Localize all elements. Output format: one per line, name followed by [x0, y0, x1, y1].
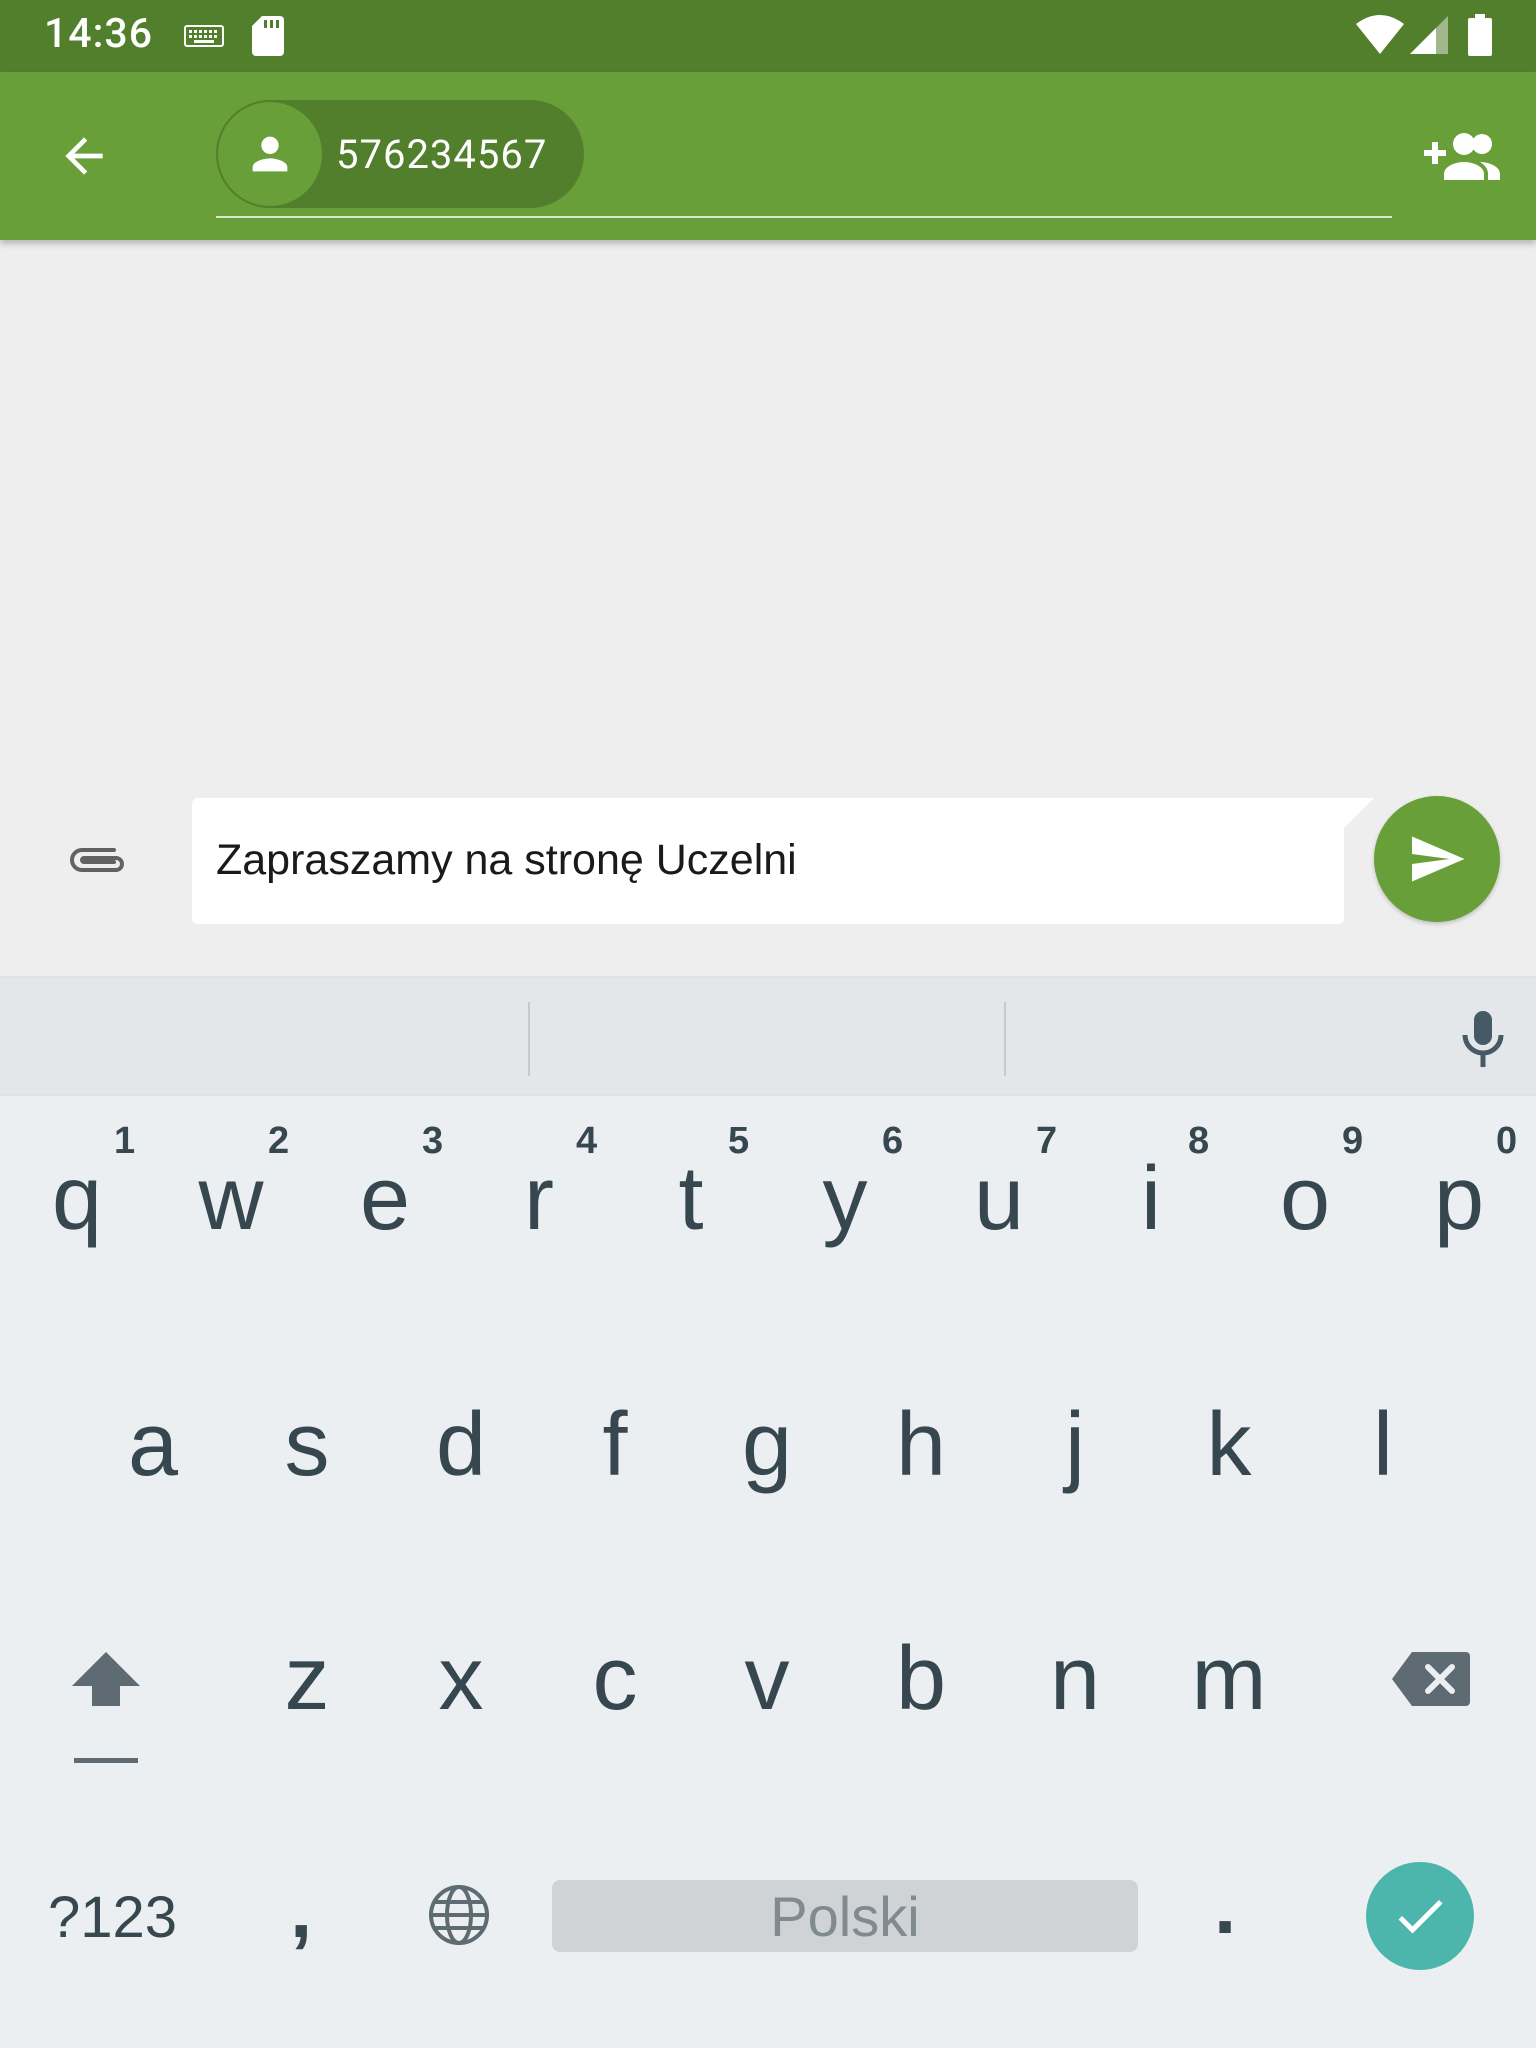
key-c[interactable]: c — [538, 1634, 692, 1814]
key-b[interactable]: b — [844, 1634, 998, 1814]
arrow-back-icon — [65, 137, 103, 175]
key-t[interactable]: t 5 — [614, 1108, 768, 1288]
shift-arrow-icon — [72, 1652, 140, 1763]
send-icon — [1412, 836, 1465, 882]
back-button[interactable] — [44, 116, 124, 196]
globe-icon — [429, 1885, 489, 1945]
wifi-icon — [1356, 14, 1404, 58]
key-k[interactable]: k — [1152, 1400, 1306, 1580]
key-o[interactable]: o 9 — [1228, 1108, 1382, 1288]
suggestion-divider — [528, 1002, 530, 1076]
language-switch-key[interactable] — [424, 1880, 494, 1950]
key-m[interactable]: m — [1152, 1634, 1306, 1814]
sd-card-icon — [252, 16, 284, 60]
key-e[interactable]: e 3 — [308, 1108, 462, 1288]
key-a[interactable]: a — [76, 1400, 230, 1580]
key-h[interactable]: h — [844, 1400, 998, 1580]
key-d[interactable]: d — [384, 1400, 538, 1580]
space-key[interactable]: Polski — [552, 1880, 1138, 1952]
person-icon — [252, 136, 288, 172]
key-s[interactable]: s — [230, 1400, 384, 1580]
key-g[interactable]: g — [690, 1400, 844, 1580]
key-y[interactable]: y 6 — [768, 1108, 922, 1288]
enter-button[interactable] — [1366, 1862, 1474, 1970]
add-contact-button[interactable] — [1420, 116, 1504, 196]
app-bar: 576234567 — [0, 72, 1536, 240]
shift-key[interactable] — [66, 1648, 146, 1768]
attach-button[interactable] — [60, 830, 134, 890]
period-key[interactable]: . — [1214, 1861, 1244, 1950]
key-f[interactable]: f — [538, 1400, 692, 1580]
voice-input-button[interactable] — [1448, 1004, 1518, 1074]
signal-icon — [1410, 16, 1448, 58]
status-time: 14:36 — [44, 10, 154, 58]
message-text[interactable]: Zapraszamy na stronę Uczelni — [216, 836, 797, 885]
contact-avatar — [218, 102, 322, 206]
recipient-number: 576234567 — [336, 130, 548, 178]
suggestion-divider — [1004, 1002, 1006, 1076]
key-i[interactable]: i 8 — [1074, 1108, 1228, 1288]
key-z[interactable]: z — [230, 1634, 384, 1814]
key-u[interactable]: u 7 — [922, 1108, 1076, 1288]
key-p[interactable]: p 0 — [1382, 1108, 1536, 1288]
keyboard-icon — [184, 24, 224, 52]
microphone-icon — [1462, 1011, 1504, 1067]
backspace-icon — [1392, 1652, 1470, 1706]
send-button[interactable] — [1374, 796, 1500, 922]
key-l[interactable]: l — [1306, 1400, 1460, 1580]
key-q[interactable]: q 1 — [0, 1108, 154, 1288]
period-label: . — [1214, 1861, 1237, 1950]
backspace-key[interactable] — [1390, 1648, 1472, 1710]
recipient-chip[interactable]: 576234567 — [216, 100, 584, 208]
key-w[interactable]: w 2 — [154, 1108, 308, 1288]
suggestion-strip — [0, 976, 1536, 1096]
paperclip-icon — [70, 848, 124, 872]
key-n[interactable]: n — [998, 1634, 1152, 1814]
battery-icon — [1468, 14, 1492, 60]
key-v[interactable]: v — [690, 1634, 844, 1814]
symbols-key[interactable]: ?123 — [48, 1884, 177, 1951]
status-bar: 14:36 — [0, 0, 1536, 72]
key-j[interactable]: j — [998, 1400, 1152, 1580]
recipient-field-underline — [216, 216, 1392, 218]
comma-key[interactable]: , — [290, 1864, 312, 1956]
add-group-icon — [1424, 133, 1500, 180]
message-input-tail — [1340, 798, 1374, 832]
key-x[interactable]: x — [384, 1634, 538, 1814]
key-r[interactable]: r 4 — [462, 1108, 616, 1288]
checkmark-icon — [1398, 1899, 1443, 1934]
